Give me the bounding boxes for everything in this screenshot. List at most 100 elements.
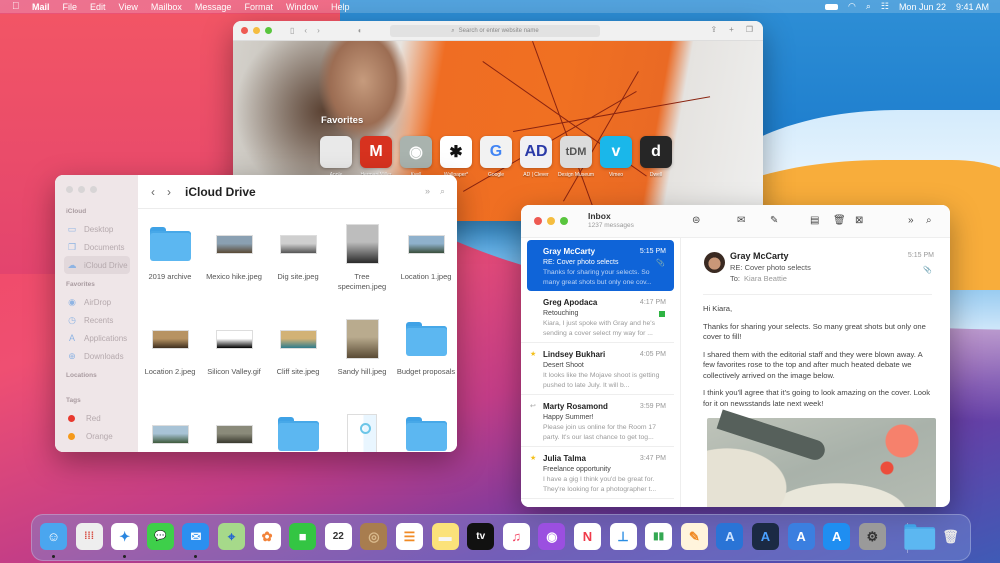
message-row[interactable]: ★ Julia Talma 3:47 PM Freelance opportunity… <box>521 447 674 499</box>
new-tab-icon[interactable]: + <box>729 25 734 34</box>
dock-downloads-stack[interactable] <box>901 523 936 550</box>
file-item[interactable]: Water <box>202 410 266 452</box>
sidebar-item-recents[interactable]: ◷ Recents <box>64 311 138 329</box>
menu-app-name[interactable]: Mail <box>32 2 50 12</box>
sidebar-tag-orange[interactable]: Orange <box>64 427 138 445</box>
menu-view[interactable]: View <box>119 2 138 12</box>
menu-window[interactable]: Window <box>286 2 318 12</box>
more-toolbar-icon[interactable]: » <box>908 215 914 226</box>
dock-app-instruments[interactable]: A <box>752 523 779 550</box>
sidebar-toggle-icon[interactable]: ▯ <box>290 26 294 35</box>
dock-app-pages[interactable]: ✎ <box>680 523 708 550</box>
dock-app-numbers[interactable]: ▮▮ <box>645 523 673 550</box>
favorite-item[interactable]: d Dwell <box>640 136 672 178</box>
dock-app-reminders[interactable]: ☰ <box>396 523 423 550</box>
get-mail-icon[interactable]: ✉ <box>737 215 745 226</box>
folder-item[interactable]: Budget proposals <box>394 315 457 400</box>
junk-icon[interactable]: ⊠ <box>855 215 863 226</box>
apple-menu-icon[interactable]:  <box>12 1 24 12</box>
file-item[interactable]: Oregon <box>138 410 202 452</box>
dock-app-messages[interactable]: 💬 <box>146 523 174 550</box>
sidebar-item-documents[interactable]: ❐ Documents <box>64 238 138 256</box>
sidebar-item-applications[interactable]: A Applications <box>64 329 138 347</box>
menu-file[interactable]: File <box>63 2 78 12</box>
file-item[interactable]: Silicon Valley.gif <box>202 315 266 400</box>
dock-app-tv[interactable]: tv <box>467 523 495 550</box>
forward-icon[interactable]: › <box>167 185 171 199</box>
sidebar-item-desktop[interactable]: ▭ Desktop <box>64 220 138 238</box>
folder-item[interactable]: Thesis project <box>394 410 457 452</box>
dock-app-system-preferences[interactable]: ⚙ <box>858 523 886 550</box>
file-item[interactable]: Dig site.jpeg <box>266 220 330 305</box>
message-row[interactable]: ↩ Marty Rosamond 3:59 PM Happy Summer! Pleas… <box>521 395 674 447</box>
file-item[interactable]: Sandy hill.jpeg <box>330 315 394 400</box>
menu-edit[interactable]: Edit <box>90 2 106 12</box>
folder-item[interactable]: Intern <box>266 410 330 452</box>
close-button[interactable] <box>66 186 73 193</box>
file-item[interactable]: Location 2.jpeg <box>138 315 202 400</box>
control-center-icon[interactable]: ☷ <box>881 1 889 12</box>
zoom-button[interactable] <box>265 27 272 34</box>
dock-app-launchpad[interactable]: ⁞⁞⁞ <box>75 523 103 550</box>
zoom-button[interactable] <box>560 217 568 225</box>
menu-time[interactable]: 9:41 AM <box>956 2 989 12</box>
zoom-button[interactable] <box>90 186 97 193</box>
folder-item[interactable]: 2019 archive <box>138 220 202 305</box>
favorite-item[interactable]: v Vimeo <box>600 136 632 178</box>
attached-cover-image[interactable] <box>707 409 936 507</box>
sidebar-item-icloud-drive[interactable]: ☁ iCloud Drive <box>64 256 130 274</box>
dock-app-music[interactable]: ♫ <box>502 523 530 550</box>
dock-app-simulator[interactable]: A <box>787 523 815 550</box>
message-row[interactable]: ★ Lindsey Bukhari 4:05 PM Desert Shoot It lo… <box>521 343 674 395</box>
sidebar-item-downloads[interactable]: ⊕ Downloads <box>64 347 138 365</box>
dock-app-facetime[interactable]: ■ <box>289 523 317 550</box>
menu-message[interactable]: Message <box>195 2 232 12</box>
favorite-item[interactable]: MHerman Miller <box>360 136 392 178</box>
search-icon[interactable]: ⌕ <box>440 186 445 197</box>
file-item[interactable]: Mexico hike.jpeg <box>202 220 266 305</box>
minimize-button[interactable] <box>78 186 85 193</box>
wifi-icon[interactable]: ◠ <box>848 1 856 12</box>
file-item[interactable]: Cliff site.jpeg <box>266 315 330 400</box>
dock-app-calendar[interactable]: 22 <box>324 523 352 550</box>
dock-app-safari[interactable]: ✦ <box>111 523 139 550</box>
menu-help[interactable]: Help <box>331 2 350 12</box>
search-icon[interactable]: ⌕ <box>926 215 932 226</box>
dock-app-news[interactable]: N <box>574 523 601 550</box>
privacy-report-icon[interactable]: ◐ <box>358 26 363 35</box>
dock-app-photos[interactable]: ✿ <box>253 523 281 550</box>
favorite-item[interactable]: G Google <box>480 136 512 178</box>
address-bar[interactable]: ⌕ Search or enter website name <box>390 25 600 37</box>
minimize-button[interactable] <box>253 27 260 34</box>
file-item[interactable]: Location 1.jpeg <box>394 220 457 305</box>
archive-icon[interactable]: ▤ <box>810 215 819 226</box>
favorite-item[interactable]: ✱Wallpaper* <box>440 136 472 178</box>
menu-format[interactable]: Format <box>244 2 273 12</box>
dock-trash[interactable]: 🗑 <box>937 523 964 550</box>
back-icon[interactable]: ‹ <box>304 26 307 35</box>
message-row[interactable]: Gray McCarty 5:15 PM RE: Cover photo selec… <box>527 240 674 291</box>
favorite-item[interactable]: tDM Design Museum <box>558 136 594 178</box>
favorite-item[interactable]: Apple <box>320 136 352 178</box>
dock-app-mail[interactable]: ✉ <box>182 523 210 550</box>
sidebar-tag-red[interactable]: Red <box>64 409 138 427</box>
dock-app-podcasts[interactable]: ◉ <box>538 523 566 550</box>
spotlight-search-icon[interactable]: ⌕ <box>866 1 871 12</box>
favorite-item[interactable]: AD AD | Clever <box>520 136 552 178</box>
filter-icon[interactable]: ⊜ <box>692 215 700 226</box>
battery-icon[interactable] <box>824 3 838 10</box>
recipient[interactable]: Kiara Beattie <box>744 274 787 283</box>
forward-icon[interactable]: › <box>317 26 320 35</box>
dock-app-xcode[interactable]: A <box>716 523 744 550</box>
dock-app-finder[interactable]: ☺ <box>40 523 67 550</box>
share-icon[interactable]: ⇪ <box>710 25 717 34</box>
attachment-icon[interactable]: 📎 <box>923 266 932 274</box>
dock-app-contacts[interactable]: ◎ <box>360 523 388 550</box>
trash-icon[interactable]: 🗑 <box>833 215 846 226</box>
more-toolbar-icon[interactable]: » <box>425 186 430 197</box>
message-row[interactable]: Greg Apodaca 4:17 PM Retouching Kiara, I ju… <box>521 291 674 343</box>
close-button[interactable] <box>241 27 248 34</box>
dock-app-app-store[interactable]: A <box>823 523 851 550</box>
close-button[interactable] <box>534 217 542 225</box>
favorite-item[interactable]: ◉Kvell <box>400 136 432 178</box>
